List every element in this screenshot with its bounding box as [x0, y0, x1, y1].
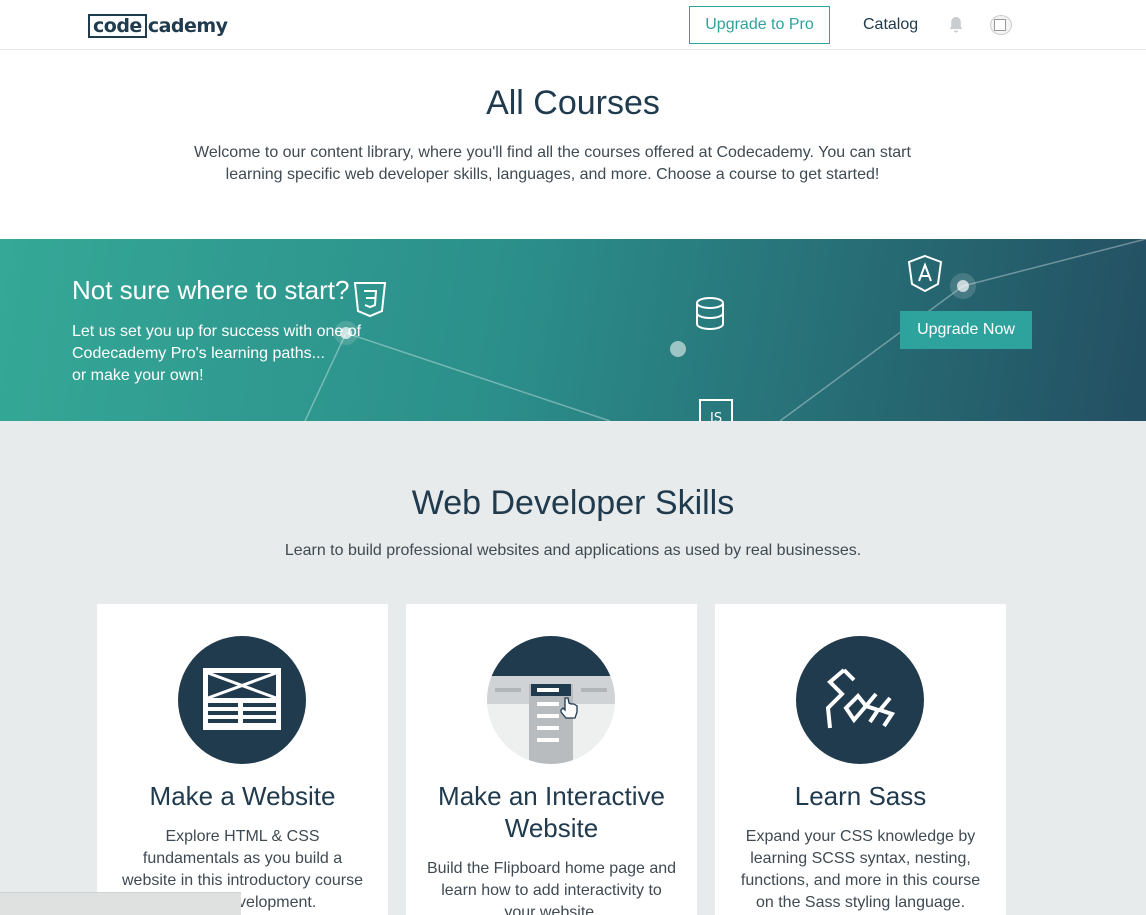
top-nav: code cademy Upgrade to Pro Catalog	[0, 0, 1146, 50]
sass-icon	[796, 636, 924, 764]
course-card-learn-sass[interactable]: Learn Sass Expand your CSS knowledge by …	[715, 604, 1006, 915]
bottom-status-bar	[0, 892, 241, 915]
catalog-link[interactable]: Catalog	[863, 15, 918, 35]
course-card-make-a-website[interactable]: Make a Website Explore HTML & CSS fundam…	[97, 604, 388, 915]
page-title: All Courses	[486, 84, 660, 122]
codecademy-logo[interactable]: code cademy	[88, 13, 228, 39]
section-subtitle: Learn to build professional websites and…	[284, 542, 862, 559]
banner-text-line: or make your own!	[72, 367, 204, 384]
web-developer-skills-section: Web Developer Skills Learn to build prof…	[0, 421, 1146, 915]
course-card-make-an-interactive-website[interactable]: Make an Interactive Website Build the Fl…	[406, 604, 697, 915]
upgrade-now-button[interactable]: Upgrade Now	[900, 311, 1032, 349]
section-title: Web Developer Skills	[411, 484, 735, 522]
bell-icon[interactable]	[948, 16, 964, 34]
banner-text-line: Let us set you up for success with one o…	[72, 323, 362, 340]
card-description: Build the Flipboard home page and learn …	[426, 860, 677, 915]
css3-icon	[353, 282, 387, 318]
card-title: Make an Interactive Website	[438, 781, 665, 843]
page-description: Welcome to our content library, where yo…	[194, 144, 911, 183]
website-layout-icon	[178, 636, 306, 764]
card-title: Learn Sass	[794, 781, 927, 811]
database-icon	[696, 297, 724, 330]
banner-text: Let us set you up for success with one o…	[72, 321, 372, 387]
pro-banner: JS Not sure where to start? Let us set y…	[0, 239, 1146, 421]
angular-icon	[907, 254, 943, 293]
upgrade-to-pro-button[interactable]: Upgrade to Pro	[689, 6, 830, 44]
interactive-website-icon	[487, 636, 615, 764]
card-description: Expand your CSS knowledge by learning SC…	[740, 828, 981, 911]
logo-rest-text: cademy	[147, 15, 228, 37]
card-title: Make a Website	[149, 781, 336, 811]
banner-title: Not sure where to start?	[72, 275, 350, 305]
svg-text:JS: JS	[709, 411, 722, 421]
js-icon: JS	[699, 399, 733, 421]
avatar[interactable]	[990, 15, 1012, 35]
banner-text-line: Codecademy Pro's learning paths...	[72, 345, 325, 362]
logo-boxed-text: code	[88, 14, 147, 38]
